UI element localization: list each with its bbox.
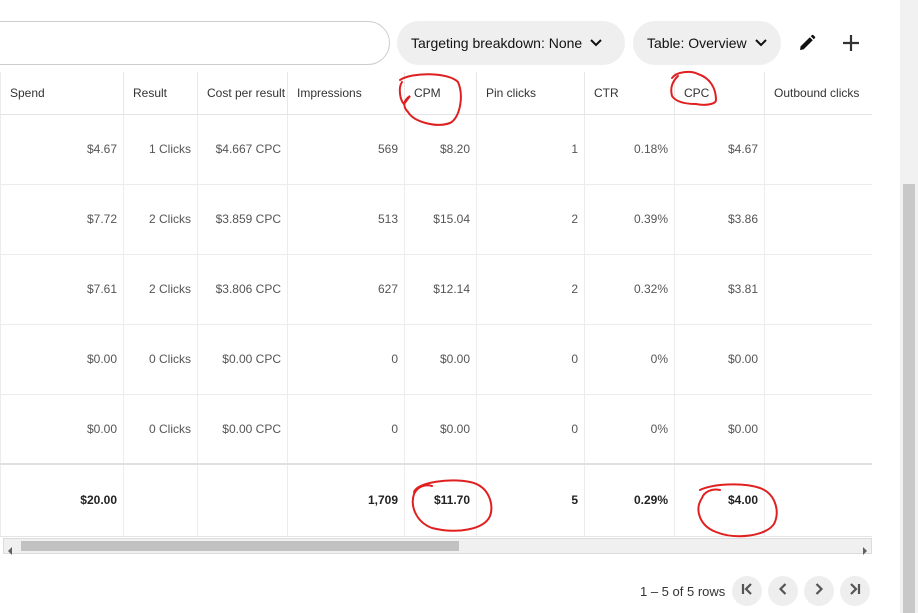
cell-pin-clicks: 2 [476,184,585,255]
horizontal-scrollbar-thumb[interactable] [21,541,459,551]
cell-cpc: $0.00 [674,394,765,465]
next-page-button[interactable] [804,576,834,606]
total-cpc: $4.00 [674,463,765,537]
cell-cost-per-result: $3.806 CPC [197,254,288,325]
column-header-cost-per-result[interactable]: Cost per result [197,72,288,115]
total-result [123,463,198,537]
toolbar: Targeting breakdown: None Table: Overvie… [0,0,918,72]
horizontal-scrollbar[interactable] [3,538,872,555]
cell-ctr: 0.32% [584,254,675,325]
cell-cpm: $12.14 [404,254,477,325]
cell-cpc: $3.81 [674,254,765,325]
column-header-cpm[interactable]: CPM [404,72,477,115]
cell-cost-per-result: $4.667 CPC [197,114,288,185]
cell-result: 1 Clicks [123,114,198,185]
total-pin-clicks: 5 [476,463,585,537]
cell-cost-per-result: $0.00 CPC [197,324,288,395]
vertical-scrollbar[interactable] [900,0,918,613]
cell-outbound-clicks [764,184,872,255]
chevron-right-icon [811,581,827,602]
cell-result: 0 Clicks [123,324,198,395]
cell-impressions: 627 [287,254,405,325]
cell-ctr: 0.18% [584,114,675,185]
cell-outbound-clicks [764,254,872,325]
table-row: $0.00 0 Clicks $0.00 CPC 0 $0.00 0 0% $0… [0,324,872,395]
cell-cpm: $0.00 [404,394,477,465]
first-page-icon [739,581,755,602]
total-cpm: $11.70 [404,463,477,537]
table-header-row: Spend Result Cost per result Impressions… [0,72,872,115]
total-ctr: 0.29% [584,463,675,537]
targeting-breakdown-label: Targeting breakdown: None [411,35,583,51]
table-view-label: Table: Overview [647,35,747,51]
table-row: $4.67 1 Clicks $4.667 CPC 569 $8.20 1 0.… [0,114,872,185]
cell-pin-clicks: 2 [476,254,585,325]
cell-ctr: 0.39% [584,184,675,255]
cell-cpm: $0.00 [404,324,477,395]
cell-cpc: $3.86 [674,184,765,255]
cell-cpm: $8.20 [404,114,477,185]
search-input[interactable] [0,21,390,65]
cell-ctr: 0% [584,394,675,465]
cell-pin-clicks: 0 [476,394,585,465]
plus-icon[interactable] [837,29,865,57]
cell-spend: $0.00 [0,394,124,465]
cell-cpm: $15.04 [404,184,477,255]
cell-cpc: $0.00 [674,324,765,395]
cell-outbound-clicks [764,114,872,185]
table-view-dropdown[interactable]: Table: Overview [633,21,781,65]
cell-impressions: 513 [287,184,405,255]
targeting-breakdown-dropdown[interactable]: Targeting breakdown: None [397,21,625,65]
total-cost-per-result [197,463,288,537]
cell-spend: $4.67 [0,114,124,185]
column-header-ctr[interactable]: CTR [584,72,675,115]
total-impressions: 1,709 [287,463,405,537]
last-page-button[interactable] [840,576,870,606]
totals-row: $20.00 1,709 $11.70 5 0.29% $4.00 [0,463,872,537]
table-row: $7.61 2 Clicks $3.806 CPC 627 $12.14 2 0… [0,254,872,325]
pencil-icon[interactable] [793,29,821,57]
report-table: Spend Result Cost per result Impressions… [0,72,872,538]
cell-ctr: 0% [584,324,675,395]
chevron-left-icon [775,581,791,602]
cell-pin-clicks: 1 [476,114,585,185]
cell-cost-per-result: $0.00 CPC [197,394,288,465]
chevron-down-icon [590,39,602,47]
cell-spend: $0.00 [0,324,124,395]
chevron-down-icon [754,39,767,47]
last-page-icon [847,581,863,602]
cell-cpc: $4.67 [674,114,765,185]
first-page-button[interactable] [732,576,762,606]
column-header-cpc[interactable]: CPC [674,72,765,115]
scroll-right-icon[interactable] [861,542,869,555]
previous-page-button[interactable] [768,576,798,606]
cell-result: 2 Clicks [123,254,198,325]
table-row: $7.72 2 Clicks $3.859 CPC 513 $15.04 2 0… [0,184,872,255]
column-header-result[interactable]: Result [123,72,198,115]
column-header-pin-clicks[interactable]: Pin clicks [476,72,585,115]
scroll-left-icon[interactable] [6,542,14,555]
cell-outbound-clicks [764,394,872,465]
vertical-scrollbar-thumb[interactable] [903,184,915,613]
cell-result: 2 Clicks [123,184,198,255]
cell-cost-per-result: $3.859 CPC [197,184,288,255]
cell-spend: $7.61 [0,254,124,325]
cell-impressions: 0 [287,324,405,395]
cell-impressions: 0 [287,394,405,465]
table-row: $0.00 0 Clicks $0.00 CPC 0 $0.00 0 0% $0… [0,394,872,465]
column-header-impressions[interactable]: Impressions [287,72,405,115]
cell-outbound-clicks [764,324,872,395]
cell-impressions: 569 [287,114,405,185]
column-header-spend[interactable]: Spend [0,72,124,115]
cell-result: 0 Clicks [123,394,198,465]
column-header-outbound-clicks[interactable]: Outbound clicks [764,72,872,115]
total-spend: $20.00 [0,463,124,537]
total-outbound-clicks [764,463,872,537]
cell-spend: $7.72 [0,184,124,255]
pagination-summary: 1 – 5 of 5 rows [640,584,726,599]
cell-pin-clicks: 0 [476,324,585,395]
